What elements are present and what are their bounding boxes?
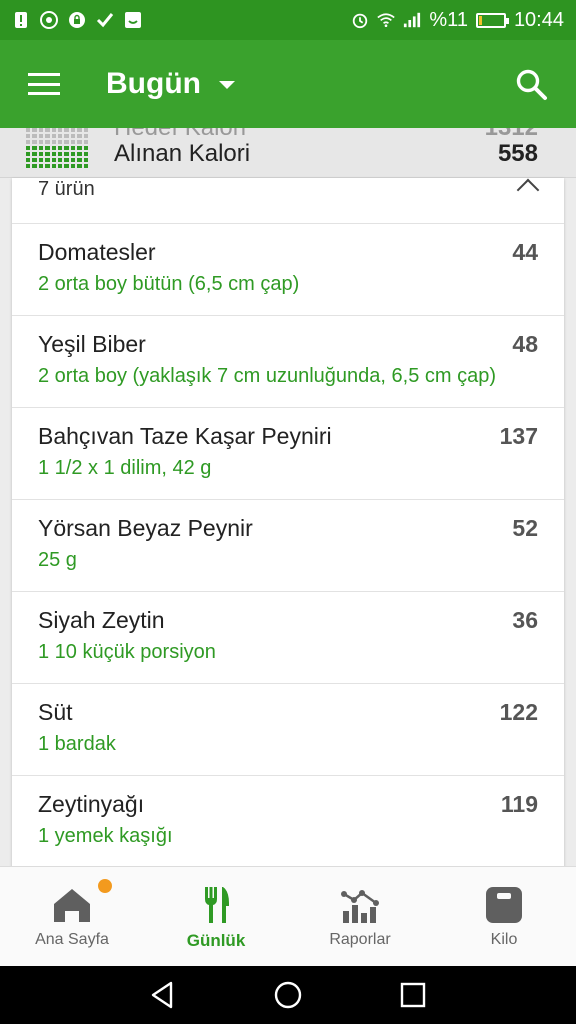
food-name: Yeşil Biber	[38, 331, 146, 357]
food-portion: 1 yemek kaşığı	[38, 825, 173, 847]
chart-icon	[341, 890, 379, 923]
tab-home-label: Ana Sayfa	[35, 931, 109, 948]
tab-reports[interactable]: Raporlar	[288, 867, 432, 966]
tab-home[interactable]: Ana Sayfa	[0, 867, 144, 966]
food-name: Siyah Zeytin	[38, 607, 165, 633]
system-nav-bar	[0, 966, 576, 1024]
tab-reports-label: Raporlar	[329, 931, 391, 948]
wifi-icon	[377, 11, 396, 29]
status-bar: %11 10:44	[0, 0, 576, 40]
meal-card: 7 ürün Domatesler 44 2 orta boy bütün (6,5…	[12, 178, 564, 868]
food-item[interactable]: Domatesler 44 2 orta boy bütün (6,5 cm çap…	[12, 224, 564, 316]
home-circle-icon[interactable]	[273, 980, 303, 1010]
dropdown-caret-icon	[218, 81, 235, 89]
recents-icon[interactable]	[398, 980, 428, 1010]
bottom-nav: Ana Sayfa Günlük Raporlar Kilo	[0, 866, 576, 966]
check-icon	[96, 11, 114, 29]
alert-icon	[12, 11, 30, 29]
calorie-value: 558	[497, 140, 538, 167]
food-portion: 1 10 küçük porsiyon	[38, 641, 216, 663]
back-icon[interactable]	[148, 980, 178, 1010]
fork-knife-icon	[205, 887, 229, 923]
food-portion: 25 g	[38, 549, 77, 571]
tab-weight-label: Kilo	[490, 931, 518, 948]
chevron-up-icon[interactable]	[516, 178, 540, 202]
item-count-label: 7 ürün	[38, 178, 95, 200]
notification-badge	[98, 879, 112, 893]
food-item[interactable]: Süt 122 1 bardak	[12, 684, 564, 776]
food-name: Domatesler	[38, 239, 156, 265]
smile-icon	[124, 11, 142, 29]
tab-weight[interactable]: Kilo	[432, 867, 576, 966]
menu-icon[interactable]	[28, 73, 60, 95]
search-icon[interactable]	[514, 67, 548, 101]
page-title: Bugün	[106, 67, 201, 100]
alarm-icon	[351, 11, 369, 29]
clock: 10:44	[513, 8, 564, 31]
date-selector[interactable]: Bugün	[106, 67, 235, 101]
food-name: Bahçıvan Taze Kaşar Peyniri	[38, 423, 332, 449]
food-item[interactable]: Yeşil Biber 48 2 orta boy (yaklaşık 7 cm u…	[12, 316, 564, 408]
food-calories: 119	[500, 791, 538, 817]
food-calories: 137	[499, 423, 538, 449]
food-calories: 44	[512, 239, 538, 265]
food-portion: 1 1/2 x 1 dilim, 42 g	[38, 457, 212, 479]
scale-icon	[486, 887, 522, 923]
food-calories: 52	[512, 515, 538, 541]
food-item[interactable]: Bahçıvan Taze Kaşar Peyniri 137 1 1/2 x 1 …	[12, 408, 564, 500]
food-item[interactable]: Yörsan Beyaz Peynir 52 25 g	[12, 500, 564, 592]
signal-icon	[403, 11, 421, 29]
food-item[interactable]: Siyah Zeytin 36 1 10 küçük porsiyon	[12, 592, 564, 684]
battery-percent: %11	[429, 8, 468, 31]
battery-icon	[475, 12, 509, 28]
food-portion: 2 orta boy (yaklaşık 7 cm uzunluğunda, 6…	[38, 365, 497, 387]
tab-diary-label: Günlük	[186, 931, 246, 950]
food-name: Yörsan Beyaz Peynir	[38, 515, 253, 541]
lock-icon	[68, 11, 86, 29]
food-calories: 36	[512, 607, 538, 633]
food-portion: 2 orta boy bütün (6,5 cm çap)	[38, 273, 300, 295]
calorie-label: Alınan Kalori	[114, 140, 251, 167]
home-icon	[54, 889, 90, 922]
food-calories: 122	[499, 699, 538, 725]
calorie-summary: Hedef Kalori 1312 Alınan Kalori 558	[0, 128, 576, 178]
tab-diary[interactable]: Günlük	[144, 867, 288, 966]
item-count-row[interactable]: 7 ürün	[12, 178, 564, 224]
food-name: Süt	[38, 699, 73, 725]
food-calories: 48	[512, 331, 538, 357]
calorie-grid-icon	[26, 128, 88, 168]
chrome-icon	[40, 11, 58, 29]
food-portion: 1 bardak	[38, 733, 116, 755]
app-toolbar: Bugün	[0, 40, 576, 128]
food-item[interactable]: Zeytinyağı 119 1 yemek kaşığı	[12, 776, 564, 868]
food-name: Zeytinyağı	[38, 791, 145, 817]
